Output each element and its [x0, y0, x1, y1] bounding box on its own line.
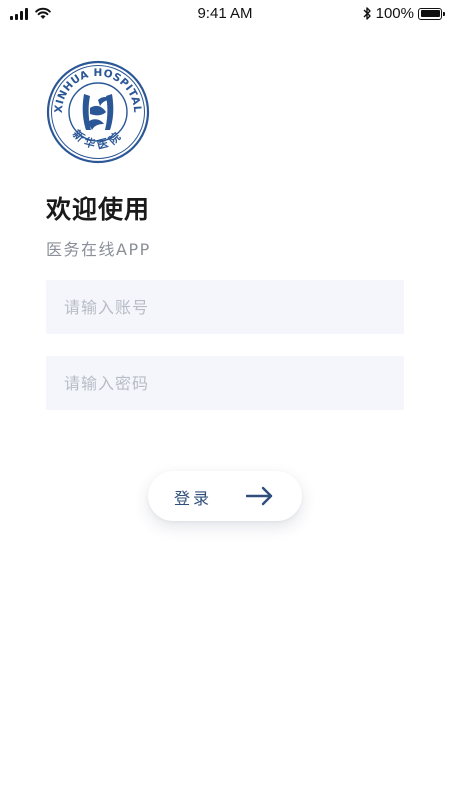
bluetooth-icon [363, 7, 371, 20]
arrow-right-icon [246, 486, 273, 506]
battery-percent: 100% [375, 5, 414, 22]
login-button[interactable]: 登录 [148, 471, 302, 521]
battery-fill [420, 10, 440, 17]
status-bar: 9:41 AM 100% [0, 0, 450, 28]
app-subtitle: 医务在线APP [46, 240, 151, 259]
account-input[interactable] [46, 280, 404, 334]
logo-ring-text-cn: 新华医院 [70, 127, 122, 152]
password-input[interactable] [46, 356, 404, 410]
svg-text:新华医院: 新华医院 [70, 127, 126, 152]
hospital-logo: XINHUA HOSPITAL 新华医院 [46, 60, 150, 164]
battery-icon [418, 7, 445, 20]
login-label: 登录 [174, 489, 213, 508]
welcome-title: 欢迎使用 [46, 195, 151, 224]
